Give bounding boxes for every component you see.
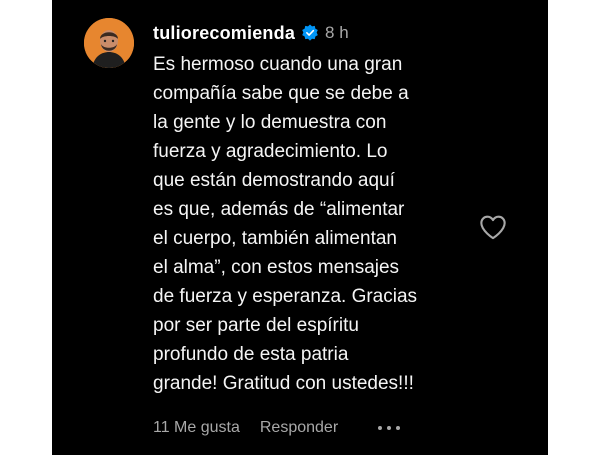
username[interactable]: tuliorecomienda bbox=[153, 23, 295, 44]
dot bbox=[396, 426, 401, 430]
more-options-icon[interactable] bbox=[378, 420, 401, 436]
comment-line: fuerza y agradecimiento. Lo bbox=[153, 141, 388, 162]
comment-footer: 11 Me gusta Responder bbox=[153, 419, 401, 437]
comment-text: Es hermoso cuando una gran compañía sabe… bbox=[153, 50, 488, 398]
heart-icon[interactable] bbox=[479, 214, 507, 240]
comment-panel: tuliorecomienda 8 h Es hermoso cuando un… bbox=[52, 0, 548, 455]
comment-line: de fuerza y esperanza. Gracias bbox=[153, 286, 418, 307]
comment-line: la gente y lo demuestra con bbox=[153, 112, 387, 133]
comment-time: 8 h bbox=[325, 23, 349, 42]
reply-button[interactable]: Responder bbox=[260, 419, 338, 437]
comment-line: el alma”, con estos mensajes bbox=[153, 257, 400, 278]
comment-line: grande! Gratitud con ustedes!!! bbox=[153, 373, 414, 394]
avatar[interactable] bbox=[84, 18, 134, 68]
comment-header: tuliorecomienda 8 h bbox=[153, 18, 349, 48]
comment-line: por ser parte del espíritu bbox=[153, 315, 359, 336]
comment-line: es que, además de “alimentar bbox=[153, 199, 405, 220]
comment-line: que están demostrando aquí bbox=[153, 170, 395, 191]
comment-line: profundo de esta patria bbox=[153, 344, 349, 365]
dot bbox=[387, 426, 392, 430]
verified-badge-icon bbox=[302, 24, 318, 41]
comment-line: Es hermoso cuando una gran bbox=[153, 54, 403, 75]
dot bbox=[378, 426, 383, 430]
avatar-image bbox=[84, 18, 134, 68]
comment-line: compañía sabe que se debe a bbox=[153, 83, 409, 104]
comment-line: el cuerpo, también alimentan bbox=[153, 228, 397, 249]
likes-count-link[interactable]: 11 Me gusta bbox=[153, 419, 240, 437]
